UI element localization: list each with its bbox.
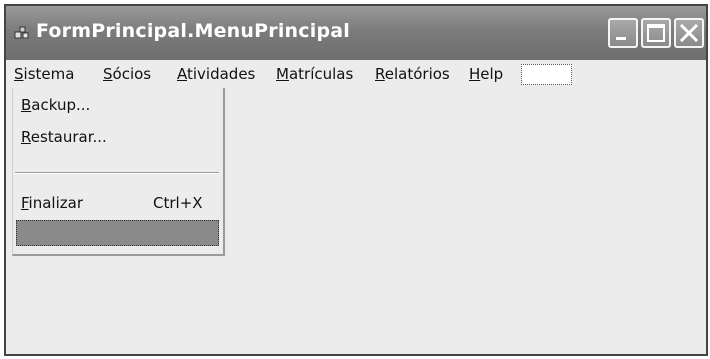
form-app-icon — [14, 26, 29, 39]
menu-socios-label: ócios — [112, 65, 152, 83]
title-bar[interactable]: FormPrincipal.MenuPrincipal — [6, 6, 706, 60]
menu-item-empty-selected[interactable] — [16, 220, 219, 246]
menu-item-restaurar-hotkey: R — [21, 128, 31, 146]
finalizar-shortcut: Ctrl+X — [153, 194, 203, 212]
minimize-icon — [616, 37, 626, 40]
menu-item-restaurar[interactable]: Restaurar... — [21, 128, 107, 146]
maximize-button[interactable] — [641, 18, 671, 48]
menu-item-finalizar-label: inalizar — [28, 194, 83, 212]
window-title: FormPrincipal.MenuPrincipal — [36, 20, 350, 42]
maximize-icon — [647, 24, 665, 42]
menu-atividades-label: tividades — [187, 65, 256, 83]
close-button[interactable] — [674, 18, 704, 48]
menu-help-hotkey: H — [469, 65, 481, 83]
minimize-button[interactable] — [608, 18, 638, 48]
menu-relatorios-label: elatórios — [384, 65, 450, 83]
menu-matriculas-hotkey: M — [276, 65, 289, 83]
menu-matriculas-label: atrículas — [288, 65, 354, 83]
menu-help-label: elp — [480, 65, 504, 83]
menu-item-restaurar-label: estaurar... — [30, 128, 107, 146]
menu-matriculas[interactable]: Matrículas — [276, 65, 353, 83]
menu-item-finalizar-hotkey: F — [21, 194, 29, 212]
menu-relatorios[interactable]: Relatórios — [375, 65, 450, 83]
menu-item-backup-label: ackup... — [31, 96, 91, 114]
menu-item-finalizar[interactable]: Finalizar — [21, 194, 83, 212]
menu-socios-hotkey: S — [103, 65, 113, 83]
menu-atividades[interactable]: Atividades — [177, 65, 255, 83]
menu-separator — [15, 172, 219, 174]
menu-sistema[interactable]: Sistema — [14, 65, 74, 83]
menu-relatorios-hotkey: R — [375, 65, 385, 83]
menu-sistema-label: istema — [23, 65, 75, 83]
menu-socios[interactable]: Sócios — [103, 65, 151, 83]
menu-bar: Sistema Sócios Atividades Matrículas Rel… — [6, 60, 706, 88]
menu-atividades-hotkey: A — [177, 65, 187, 83]
close-icon — [679, 23, 699, 43]
main-window: FormPrincipal.MenuPrincipal Sistema Sóci… — [4, 4, 708, 356]
sistema-dropdown-menu: Backup... Restaurar... Finalizar Ctrl+X — [12, 88, 225, 256]
menu-help[interactable]: Help — [469, 65, 503, 83]
menu-item-backup-hotkey: B — [21, 96, 32, 114]
new-menu-placeholder[interactable] — [521, 64, 572, 85]
menu-sistema-hotkey: S — [14, 65, 24, 83]
menu-item-backup[interactable]: Backup... — [21, 96, 90, 114]
